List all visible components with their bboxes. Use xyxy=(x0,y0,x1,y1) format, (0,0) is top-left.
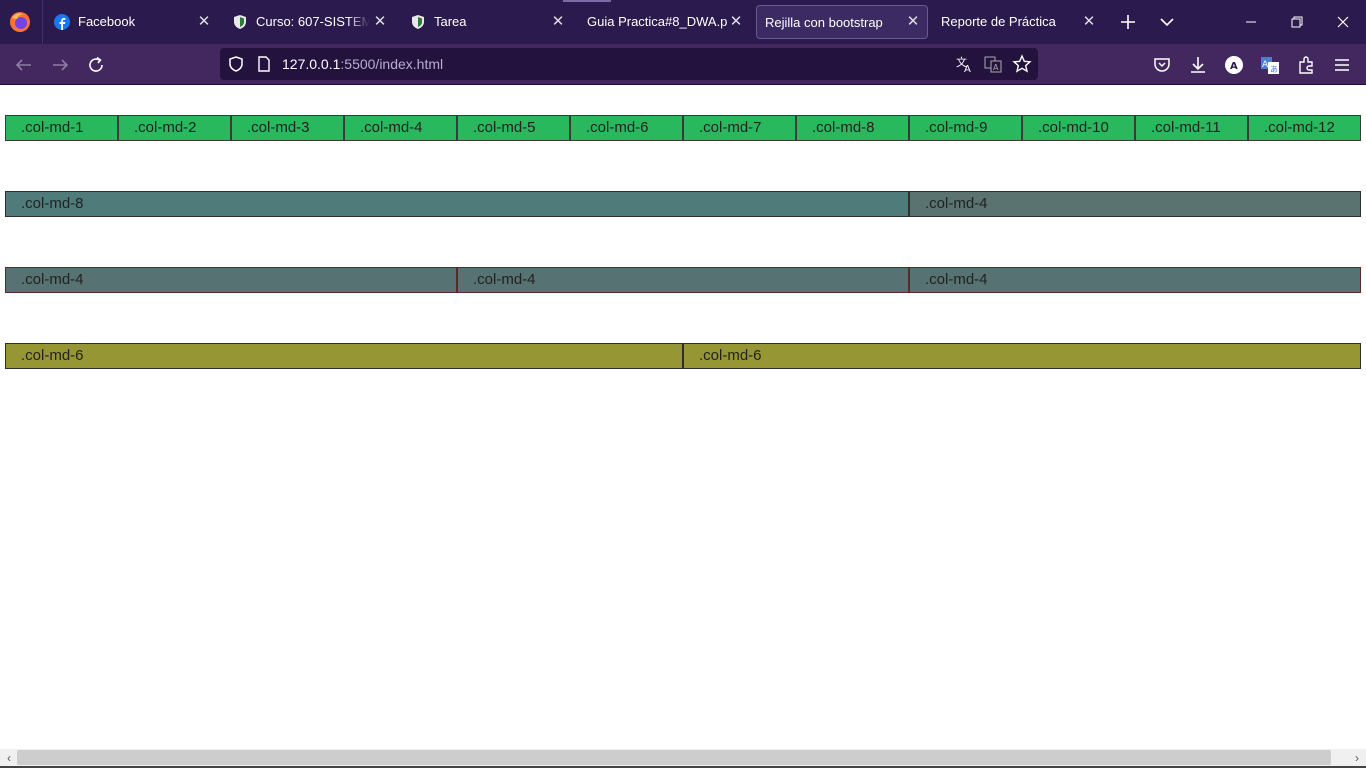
grid-column: .col-md-2 xyxy=(118,115,231,141)
arrow-left-icon xyxy=(15,59,31,71)
translate-page-icon[interactable]: A xyxy=(983,54,1003,74)
account-avatar-icon[interactable]: A xyxy=(1223,54,1245,76)
tab-reporte-practica[interactable]: Reporte de Práctica ✕ xyxy=(931,5,1107,39)
close-icon xyxy=(1337,16,1349,28)
grid-column: .col-md-3 xyxy=(231,115,344,141)
scrollbar-thumb[interactable] xyxy=(17,750,1331,765)
tab-title: Tarea xyxy=(434,14,467,29)
tab-curso[interactable]: Curso: 607-SISTEMAS C ✕ xyxy=(222,5,398,39)
grid-row-six-six: .col-md-6 .col-md-6 xyxy=(5,343,1361,369)
close-window-button[interactable] xyxy=(1328,7,1358,37)
grid-column: .col-md-4 xyxy=(457,267,909,293)
grid-column: .col-md-4 xyxy=(344,115,457,141)
scroll-left-arrow-icon[interactable]: ‹ xyxy=(2,751,16,765)
list-all-tabs-button[interactable] xyxy=(1154,9,1180,35)
back-button[interactable] xyxy=(11,52,37,78)
tab-tarea[interactable]: Tarea ✕ xyxy=(400,5,578,39)
tab-title: Facebook xyxy=(78,14,136,29)
close-tab-icon[interactable]: ✕ xyxy=(548,12,568,32)
shield-icon xyxy=(412,15,424,29)
minimize-icon xyxy=(1246,21,1256,23)
horizontal-scrollbar[interactable]: ‹ › xyxy=(0,749,1366,768)
grid-column: .col-md-1 xyxy=(5,115,118,141)
new-tab-button[interactable] xyxy=(1115,9,1141,35)
star-icon[interactable] xyxy=(1012,54,1032,74)
tab-title: Guia Practica#8_DWA.pdf xyxy=(587,14,727,29)
pocket-icon[interactable] xyxy=(1151,54,1173,76)
grid-column: .col-md-12 xyxy=(1248,115,1361,141)
grid-row-four-four-four: .col-md-4 .col-md-4 .col-md-4 xyxy=(5,267,1361,293)
grid-column: .col-md-5 xyxy=(457,115,570,141)
grid-column: .col-md-7 xyxy=(683,115,796,141)
close-tab-icon[interactable]: ✕ xyxy=(1079,12,1099,32)
grid-column: .col-md-6 xyxy=(570,115,683,141)
grid-column: .col-md-4 xyxy=(909,191,1361,217)
tab-rejilla-bootstrap[interactable]: Rejilla con bootstrap ✕ xyxy=(756,5,928,39)
address-bar[interactable]: 127.0.0.1:5500/index.html 文A A xyxy=(220,48,1038,80)
extensions-icon[interactable] xyxy=(1295,54,1317,76)
tab-title: Curso: 607-SISTEMAS C xyxy=(256,14,370,29)
grid-row-twelve-columns: .col-md-1 .col-md-2 .col-md-3 .col-md-4 .col… xyxy=(5,115,1361,141)
grid-column: .col-md-8 xyxy=(796,115,909,141)
svg-text:A: A xyxy=(964,64,971,74)
grid-column: .col-md-6 xyxy=(5,343,683,369)
svg-text:A: A xyxy=(993,63,999,72)
tab-separator xyxy=(42,0,43,44)
svg-text:A: A xyxy=(1230,61,1238,72)
facebook-icon xyxy=(54,14,70,30)
plus-icon xyxy=(1121,15,1135,29)
close-tab-icon[interactable]: ✕ xyxy=(370,12,390,32)
restore-button[interactable] xyxy=(1282,7,1312,37)
toolbar-border xyxy=(0,84,1366,85)
close-tab-icon[interactable]: ✕ xyxy=(194,12,214,32)
svg-text:A: A xyxy=(1262,60,1269,70)
tab-facebook[interactable]: Facebook ✕ xyxy=(44,5,222,39)
tab-guia-practica[interactable]: Guia Practica#8_DWA.pdf ✕ xyxy=(577,5,755,39)
firefox-icon[interactable] xyxy=(8,10,32,34)
navigation-toolbar: 127.0.0.1:5500/index.html 文A A A Aあ xyxy=(0,44,1366,85)
download-icon[interactable] xyxy=(1187,54,1209,76)
reload-icon xyxy=(89,56,103,72)
shield-icon xyxy=(234,15,246,29)
tab-loading-indicator xyxy=(563,0,611,2)
grid-column: .col-md-10 xyxy=(1022,115,1135,141)
close-tab-icon[interactable]: ✕ xyxy=(903,12,923,32)
shield-outline-icon[interactable] xyxy=(226,54,246,74)
restore-icon xyxy=(1291,16,1303,28)
grid-column: .col-md-4 xyxy=(5,267,457,293)
tab-title: Reporte de Práctica xyxy=(941,14,1056,29)
grid-row-eight-four: .col-md-8 .col-md-4 xyxy=(5,191,1361,217)
reload-button[interactable] xyxy=(83,52,109,78)
scroll-right-arrow-icon[interactable]: › xyxy=(1350,751,1364,765)
page-icon[interactable] xyxy=(254,54,274,74)
minimize-button[interactable] xyxy=(1236,7,1266,37)
tab-strip: Facebook ✕ Curso: 607-SISTEMAS C ✕ Tarea… xyxy=(0,0,1366,44)
menu-icon[interactable] xyxy=(1331,54,1353,76)
translate-icon[interactable]: 文A xyxy=(955,54,975,74)
grid-column: .col-md-11 xyxy=(1135,115,1248,141)
url-path: :5500/index.html xyxy=(340,56,444,72)
chevron-down-icon xyxy=(1160,18,1174,27)
grid-column: .col-md-9 xyxy=(909,115,1022,141)
url-host: 127.0.0.1 xyxy=(282,56,341,72)
grid-column: .col-md-6 xyxy=(683,343,1361,369)
grid-column: .col-md-4 xyxy=(909,267,1361,293)
close-tab-icon[interactable]: ✕ xyxy=(726,12,746,32)
translator-extension-icon[interactable]: Aあ xyxy=(1259,54,1281,76)
arrow-right-icon xyxy=(53,59,69,71)
forward-button[interactable] xyxy=(47,52,73,78)
svg-text:あ: あ xyxy=(1270,65,1278,74)
grid-column: .col-md-8 xyxy=(5,191,909,217)
url-text[interactable]: 127.0.0.1:5500/index.html xyxy=(282,56,443,72)
tab-title: Rejilla con bootstrap xyxy=(765,15,883,30)
